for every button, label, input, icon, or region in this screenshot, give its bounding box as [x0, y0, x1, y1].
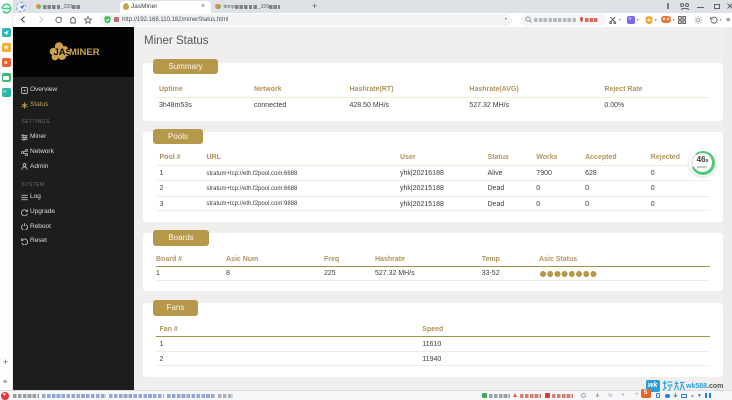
- svg-text:MINER: MINER: [69, 47, 100, 58]
